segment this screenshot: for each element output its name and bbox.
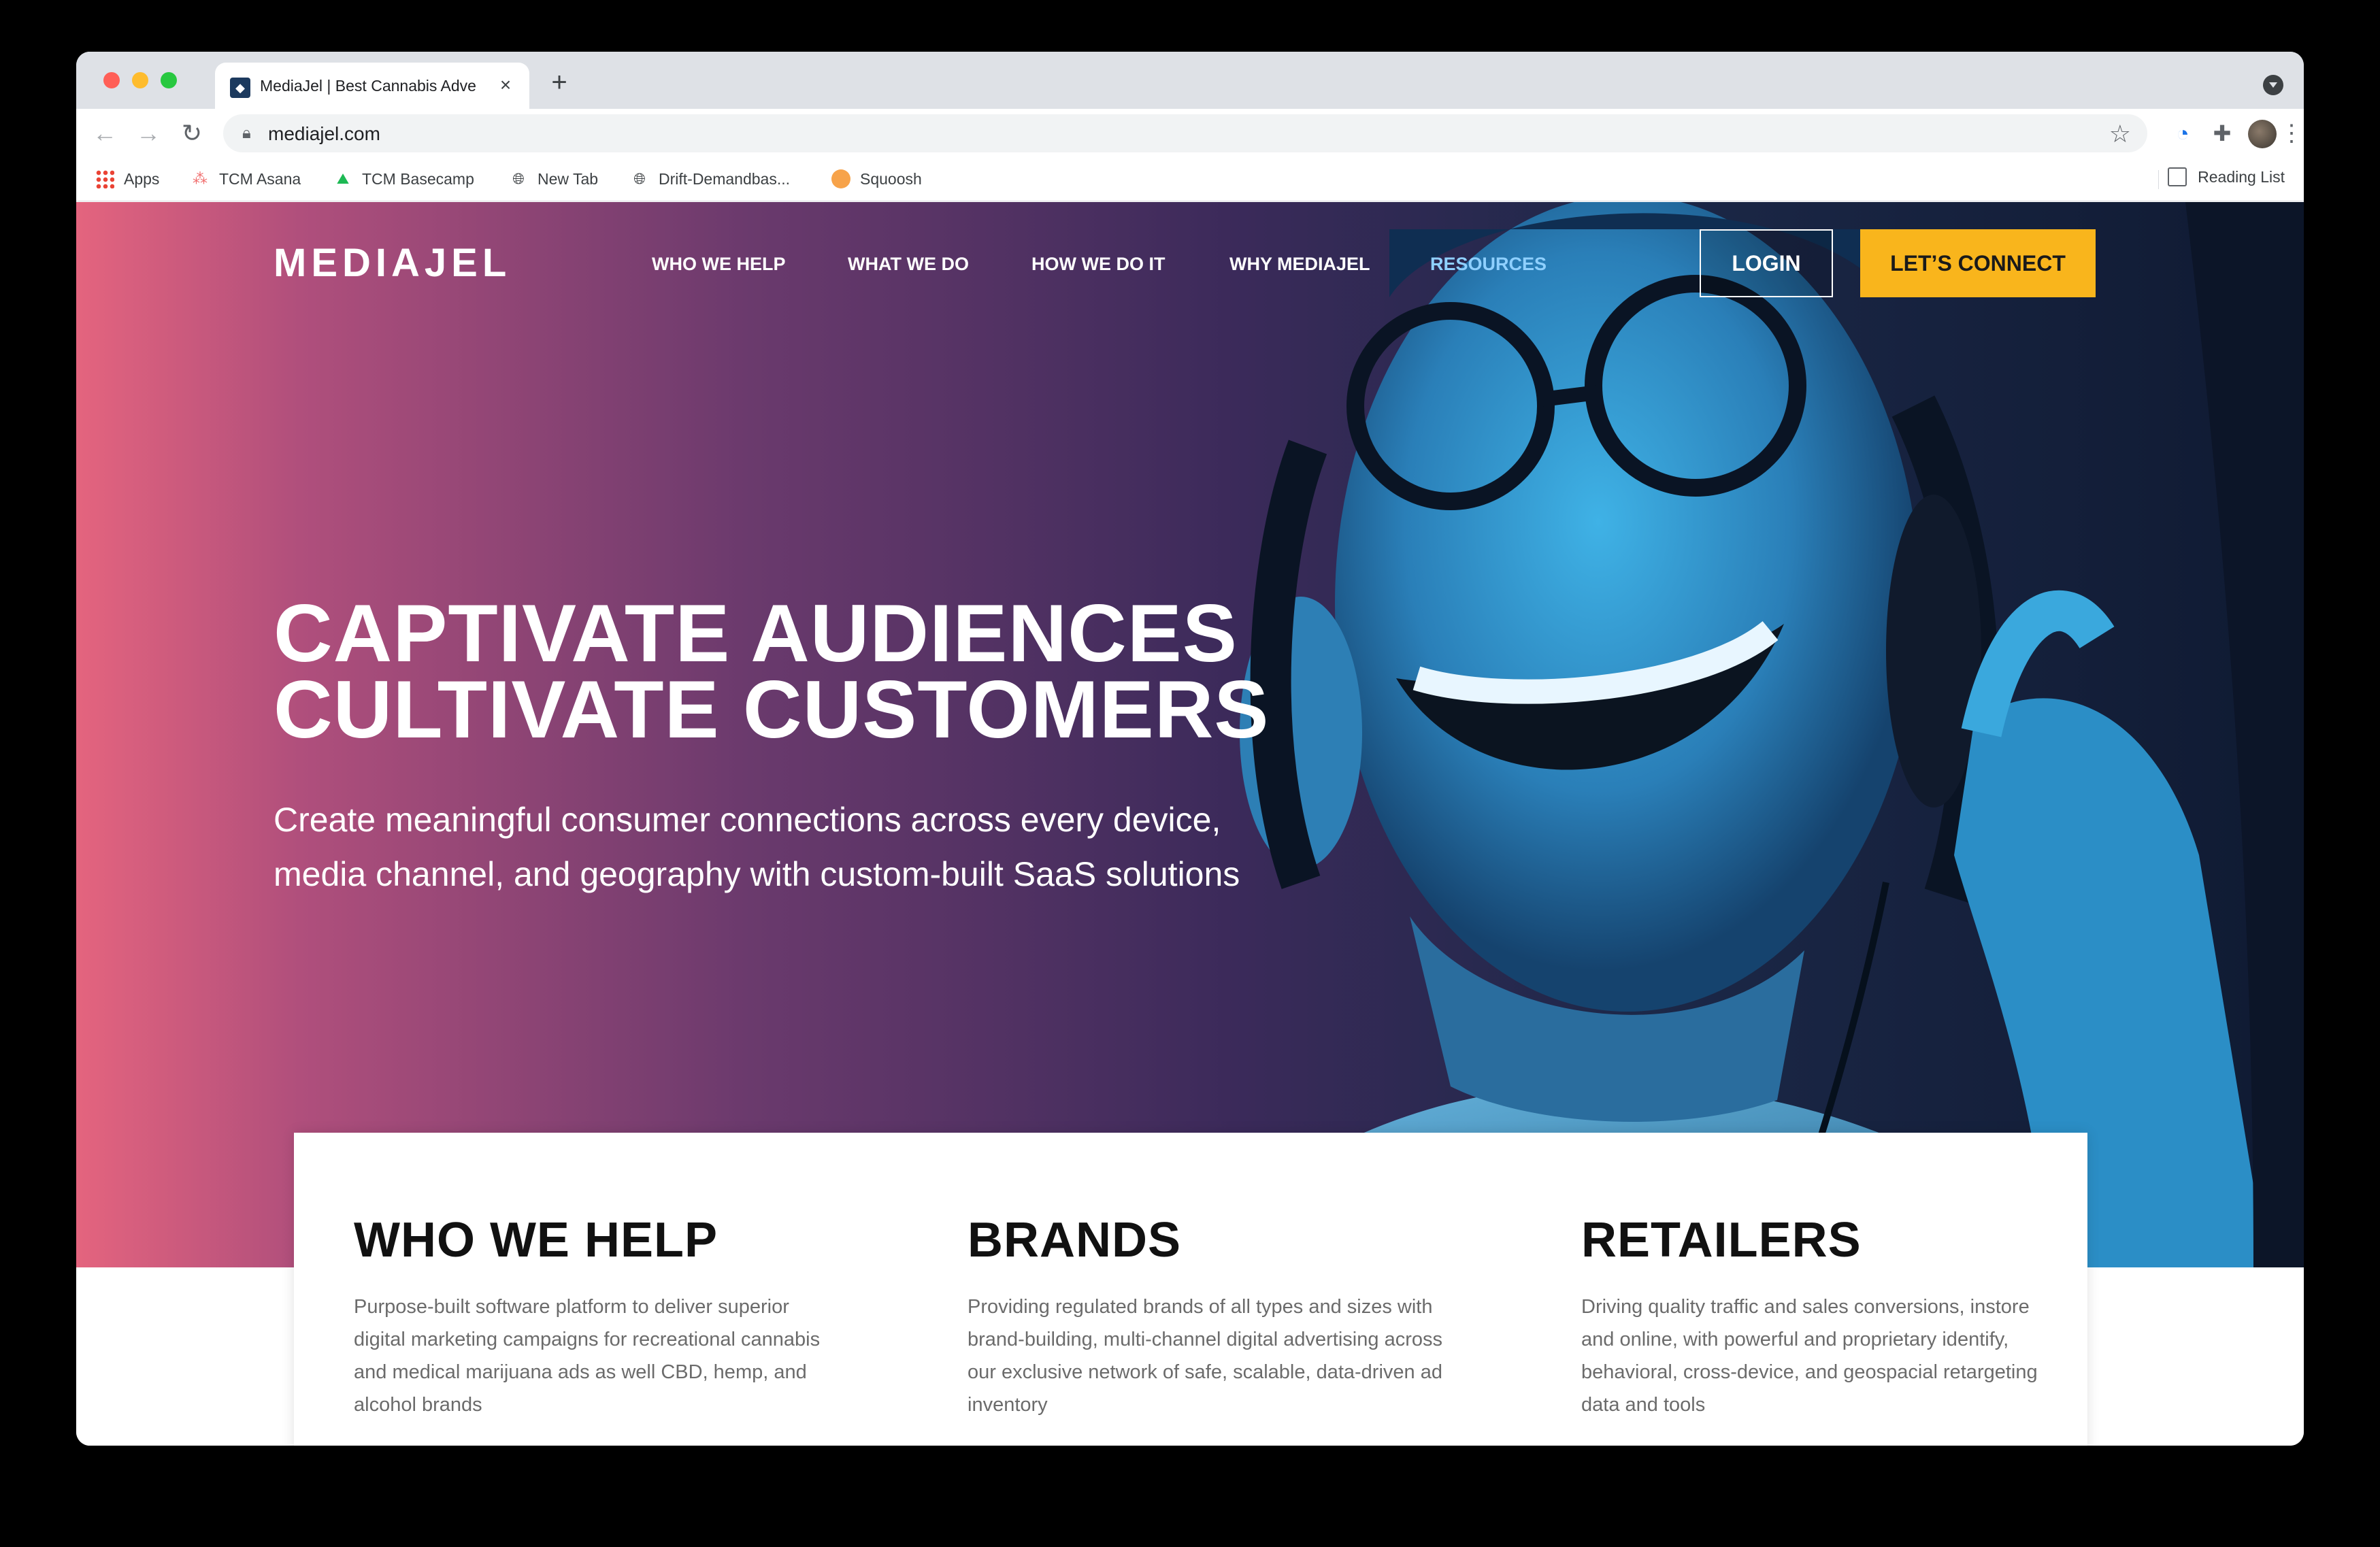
- column-text: Providing regulated brands of all types …: [968, 1296, 1442, 1416]
- active-tab[interactable]: ◆ MediaJel | Best Cannabis Adve ×: [215, 63, 529, 109]
- tab-search-icon[interactable]: [2263, 75, 2283, 95]
- bookmark-squoosh[interactable]: Squoosh: [831, 167, 922, 190]
- bookmarks-bar: Apps ⁂ TCM Asana ⛰ TCM Basecamp 🌐︎ New T…: [76, 158, 2304, 201]
- bookmark-label: TCM Basecamp: [362, 169, 474, 188]
- bookmark-tcm-asana[interactable]: ⁂ TCM Asana: [191, 167, 301, 190]
- headline-line-2: CULTIVATE CUSTOMERS: [274, 664, 1270, 755]
- lets-connect-button[interactable]: LET’S CONNECT: [1860, 229, 2096, 297]
- globe-icon: 🌐︎: [633, 170, 646, 187]
- column-text: Purpose-built software platform to deliv…: [354, 1296, 821, 1416]
- hero-headline: CAPTIVATE AUDIENCES CULTIVATE CUSTOMERS: [274, 593, 1294, 750]
- mediajel-favicon-icon: ◆: [230, 78, 250, 98]
- hero-subheading: Create meaningful consumer connections a…: [274, 793, 1430, 901]
- tab-title: MediaJel | Best Cannabis Adve: [260, 77, 476, 95]
- bookmark-label: TCM Asana: [219, 169, 301, 188]
- puzzle-extensions-icon[interactable]: ✚: [2207, 118, 2237, 148]
- nav-why-mediajel[interactable]: WHY MEDIAJEL: [1229, 254, 1370, 275]
- reading-list-button[interactable]: Reading List: [2168, 167, 2285, 186]
- squoosh-icon: [831, 169, 850, 188]
- bookmark-label: Squoosh: [860, 169, 922, 188]
- column-brands: BRANDS Providing regulated brands of all…: [968, 1213, 1444, 1421]
- tab-strip: ◆ MediaJel | Best Cannabis Adve × +: [76, 52, 2304, 109]
- nav-how-we-do-it[interactable]: HOW WE DO IT: [1031, 254, 1165, 275]
- subhead-line-2: media channel, and geography with custom…: [274, 855, 1240, 893]
- nav-who-we-help[interactable]: WHO WE HELP: [652, 254, 786, 275]
- minimize-window-button[interactable]: [132, 72, 148, 88]
- lock-icon[interactable]: 🔒︎: [242, 124, 251, 143]
- apps-grid-icon: [95, 169, 114, 188]
- extension-icon[interactable]: ◔: [2168, 118, 2198, 148]
- back-arrow-icon[interactable]: ←: [88, 117, 121, 150]
- close-tab-icon[interactable]: ×: [495, 75, 516, 95]
- login-button[interactable]: LOGIN: [1700, 229, 1833, 297]
- bookmark-apps[interactable]: Apps: [95, 167, 159, 190]
- mediajel-logo[interactable]: MEDIAJEL: [274, 240, 511, 286]
- bookmark-star-icon[interactable]: ☆: [2109, 120, 2131, 148]
- maximize-window-button[interactable]: [161, 72, 177, 88]
- reading-list-label: Reading List: [2198, 167, 2285, 186]
- column-title: BRANDS: [968, 1213, 1182, 1267]
- audience-card: WHO WE HELP Purpose-built software platf…: [294, 1133, 2087, 1446]
- reading-list-icon: [2168, 167, 2187, 186]
- kebab-menu-icon[interactable]: ⋮: [2277, 118, 2304, 148]
- browser-toolbar: ← → ↻ 🔒︎ mediajel.com ☆ ◔ ✚ ⋮: [76, 109, 2304, 158]
- reload-icon[interactable]: ↻: [176, 117, 208, 150]
- bookmark-drift[interactable]: 🌐︎ Drift-Demandbas...: [630, 167, 790, 190]
- asana-icon: ⁂: [193, 170, 208, 187]
- bookmarks-divider: [2158, 170, 2159, 189]
- profile-avatar[interactable]: [2248, 120, 2277, 148]
- column-title: RETAILERS: [1581, 1213, 1862, 1267]
- nav-resources[interactable]: RESOURCES: [1430, 254, 1547, 275]
- bookmark-new-tab[interactable]: 🌐︎ New Tab: [509, 167, 598, 190]
- bookmark-tcm-basecamp[interactable]: ⛰ TCM Basecamp: [333, 167, 474, 190]
- close-window-button[interactable]: [103, 72, 120, 88]
- column-who-we-help: WHO WE HELP Purpose-built software platf…: [354, 1213, 830, 1421]
- url-text[interactable]: mediajel.com: [268, 123, 380, 145]
- bookmark-label: Apps: [124, 169, 160, 188]
- web-page: MEDIAJEL WHO WE HELP WHAT WE DO HOW WE D…: [76, 202, 2304, 1446]
- address-bar[interactable]: 🔒︎ mediajel.com ☆: [223, 114, 2147, 152]
- globe-icon: 🌐︎: [512, 170, 525, 187]
- column-text: Driving quality traffic and sales conver…: [1581, 1296, 2038, 1416]
- hero-section: MEDIAJEL WHO WE HELP WHAT WE DO HOW WE D…: [76, 202, 2304, 1267]
- basecamp-icon: ⛰: [336, 170, 350, 187]
- subhead-line-1: Create meaningful consumer connections a…: [274, 801, 1221, 839]
- browser-window: ◆ MediaJel | Best Cannabis Adve × + ← → …: [76, 52, 2304, 1446]
- nav-what-we-do[interactable]: WHAT WE DO: [848, 254, 969, 275]
- bookmark-label: Drift-Demandbas...: [659, 169, 791, 188]
- new-tab-button[interactable]: +: [546, 69, 573, 97]
- column-title: WHO WE HELP: [354, 1213, 718, 1267]
- forward-arrow-icon[interactable]: →: [132, 117, 165, 150]
- column-retailers: RETAILERS Driving quality traffic and sa…: [1581, 1213, 2057, 1421]
- bookmark-label: New Tab: [538, 169, 599, 188]
